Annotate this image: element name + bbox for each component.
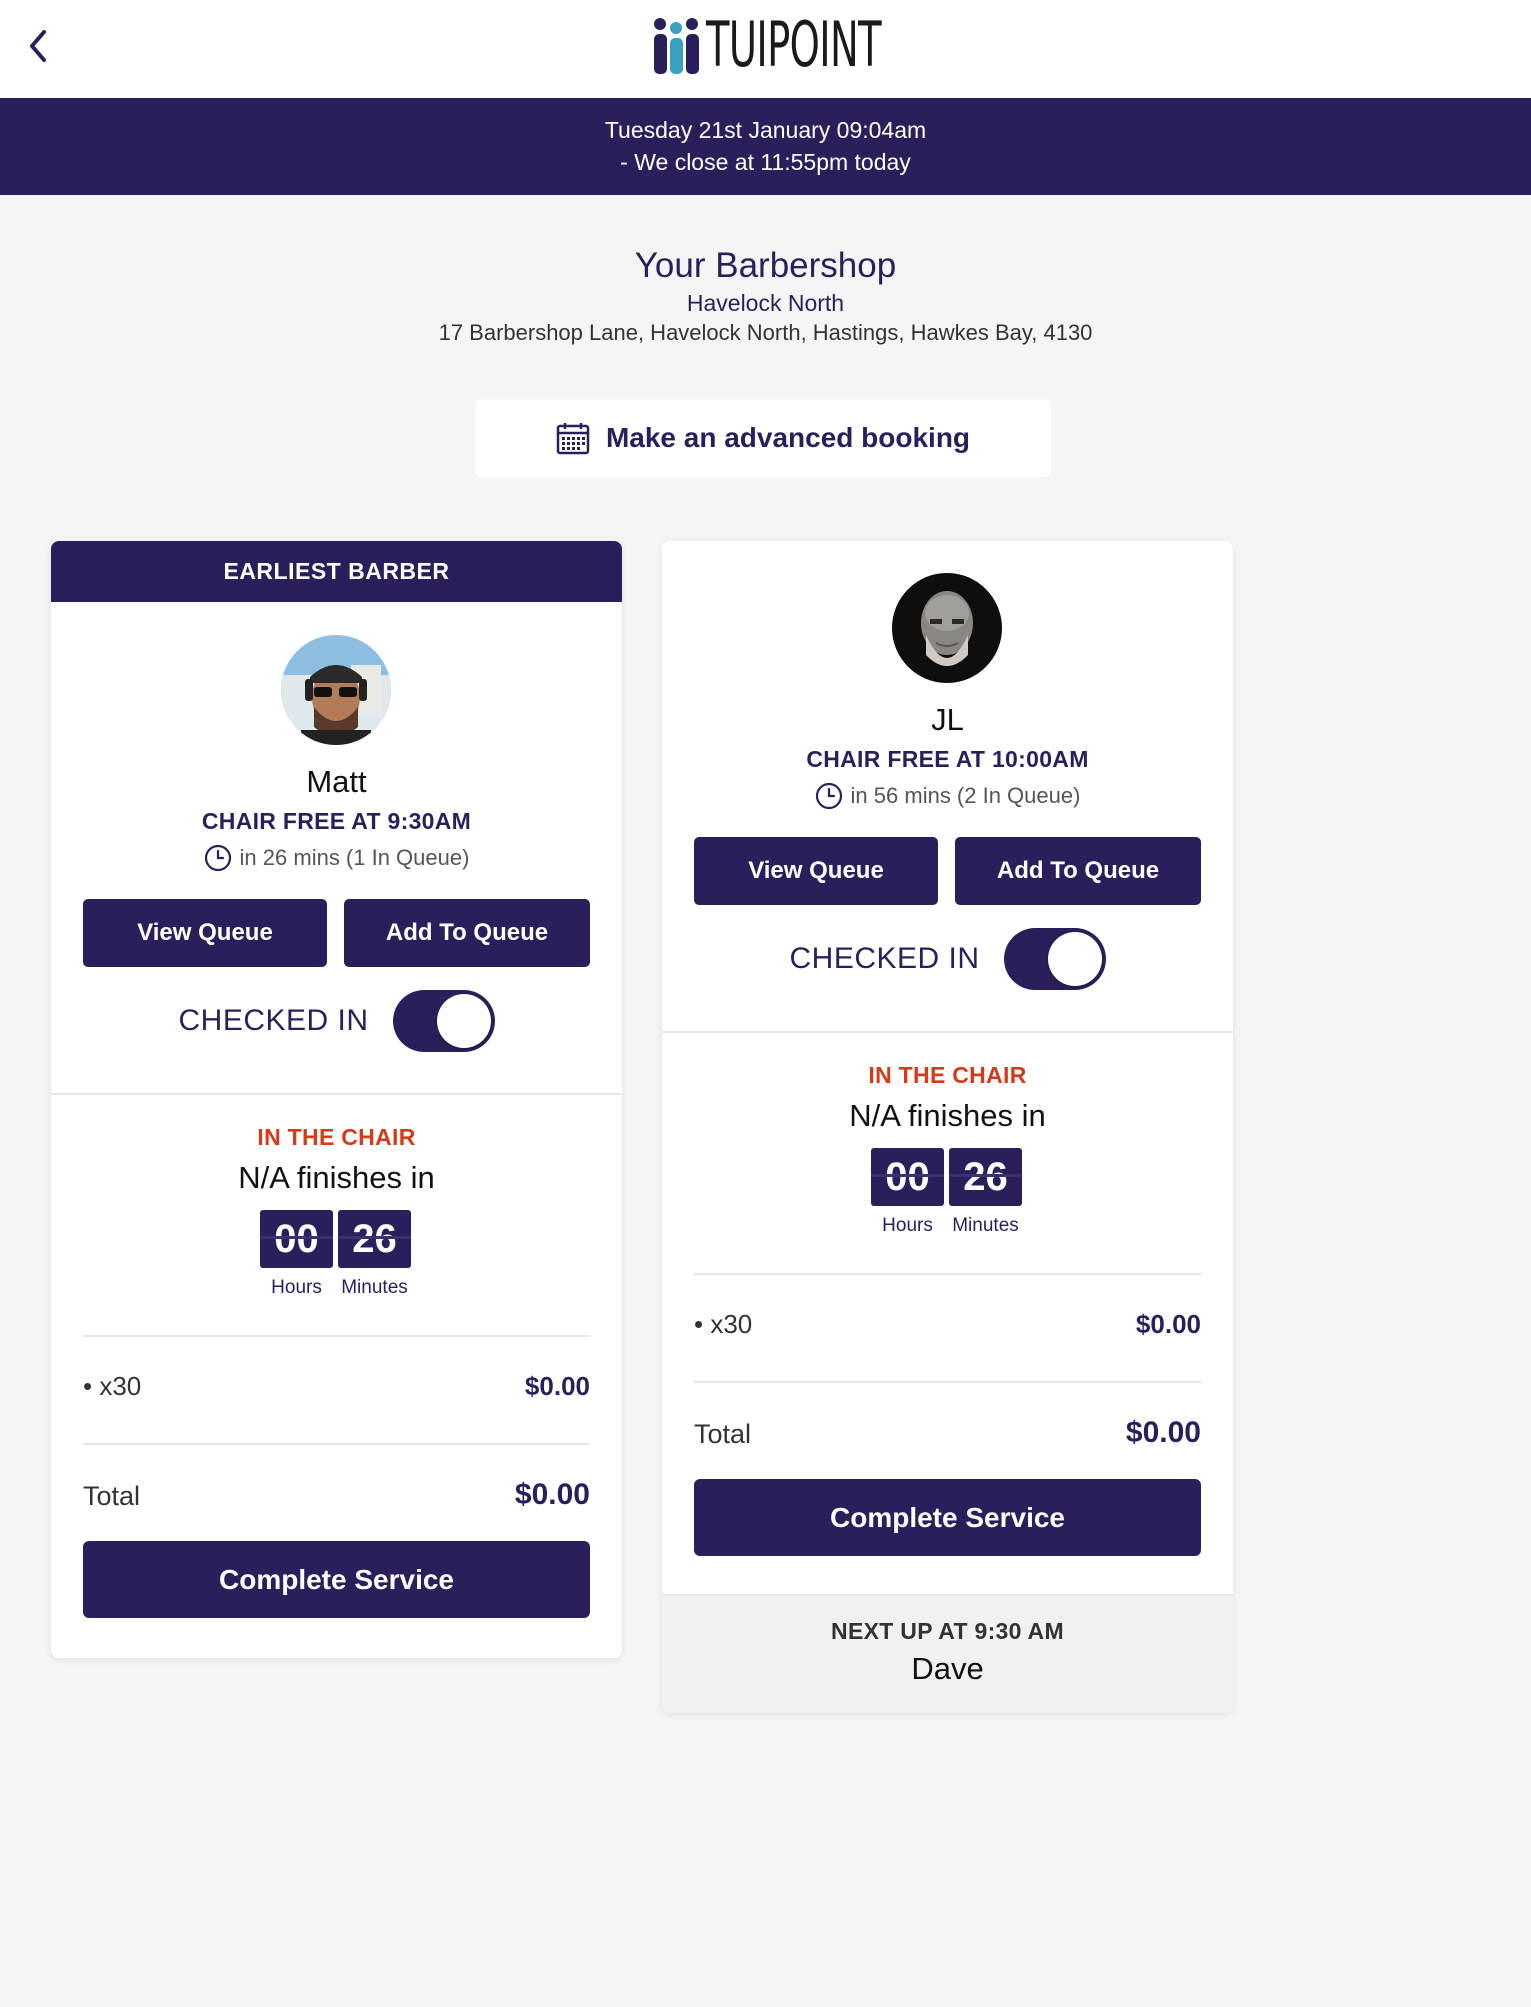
minutes-value: 26 <box>338 1210 411 1268</box>
total-row: Total $0.00 <box>694 1416 1201 1450</box>
queue-info: in 56 mins (2 In Queue) <box>662 782 1233 810</box>
barber-name: JL <box>931 702 964 737</box>
checked-in-toggle[interactable] <box>392 990 495 1052</box>
closing-time: - We close at 11:55pm today <box>620 149 911 175</box>
checked-in-label: CHECKED IN <box>789 942 980 975</box>
avatar <box>281 635 391 745</box>
view-queue-button[interactable]: View Queue <box>694 837 938 905</box>
total-price: $0.00 <box>1125 1416 1201 1449</box>
toggle-knob <box>1047 932 1102 986</box>
brand-name: TUIPOINT <box>706 8 882 81</box>
hours-banner: Tuesday 21st January 09:04am - We close … <box>0 98 1531 195</box>
service-item-price: $0.00 <box>1135 1309 1201 1339</box>
next-up-name: Dave <box>911 1651 984 1686</box>
finishes-in-label: N/A finishes in <box>849 1098 1046 1133</box>
add-to-queue-button[interactable]: Add To Queue <box>344 899 590 967</box>
clock-icon <box>815 782 842 810</box>
calendar-icon <box>556 423 590 455</box>
queue-info-text: in 56 mins (2 In Queue) <box>850 783 1081 808</box>
section-divider <box>694 1381 1201 1383</box>
timer-labels: Hours Minutes <box>871 1215 1022 1237</box>
next-up-label: NEXT UP AT 9:30 AM <box>831 1618 1064 1644</box>
barber-card-matt: EARLIEST BARBER Matt CHAIR FREE AT 9:30A… <box>51 541 622 1658</box>
back-button[interactable] <box>18 26 58 66</box>
hours-value: 00 <box>871 1148 944 1206</box>
checked-in-row: CHECKED IN <box>51 990 622 1052</box>
service-item-text: x30 <box>99 1371 142 1401</box>
service-item-row: • x30 $0.00 <box>83 1371 590 1402</box>
checked-in-toggle[interactable] <box>1003 928 1106 990</box>
barber-photo-matt <box>281 635 391 745</box>
checked-in-label: CHECKED IN <box>178 1004 369 1037</box>
finishes-in-label: N/A finishes in <box>238 1160 435 1195</box>
top-bar: TUIPOINT <box>0 0 1531 98</box>
minutes-label: Minutes <box>952 1215 1019 1236</box>
in-chair-label: IN THE CHAIR <box>257 1124 416 1150</box>
queue-info-text: in 26 mins (1 In Queue) <box>239 845 470 870</box>
queue-info: in 26 mins (1 In Queue) <box>51 844 622 872</box>
chair-free-time: CHAIR FREE AT 10:00AM <box>806 746 1089 772</box>
barber-card-jl: JL CHAIR FREE AT 10:00AM in 56 mins (2 I… <box>662 541 1233 1713</box>
people-logo-icon <box>654 18 699 74</box>
hours-label: Hours <box>882 1215 933 1236</box>
shop-area: Havelock North <box>686 290 845 316</box>
hours-label: Hours <box>271 1277 322 1298</box>
advanced-booking-button[interactable]: Make an advanced booking <box>475 399 1051 477</box>
complete-service-button[interactable]: Complete Service <box>83 1541 590 1618</box>
service-item-name: • x30 <box>694 1309 753 1339</box>
section-divider <box>83 1335 590 1337</box>
complete-service-button[interactable]: Complete Service <box>694 1479 1201 1556</box>
brand-logo: TUIPOINT <box>652 14 988 76</box>
timer-labels: Hours Minutes <box>260 1277 411 1299</box>
hours-value: 00 <box>260 1210 333 1268</box>
section-divider <box>83 1443 590 1445</box>
checked-in-row: CHECKED IN <box>662 928 1233 990</box>
shop-info: Your Barbershop Havelock North 17 Barber… <box>0 244 1531 348</box>
countdown-timer: 00 26 <box>260 1210 411 1268</box>
barber-name: Matt <box>306 764 367 799</box>
clock-icon <box>204 844 231 872</box>
earliest-barber-badge: EARLIEST BARBER <box>51 541 622 602</box>
shop-name: Your Barbershop <box>634 246 897 285</box>
toggle-knob <box>436 994 491 1048</box>
chair-free-time: CHAIR FREE AT 9:30AM <box>201 808 472 834</box>
minutes-value: 26 <box>949 1148 1022 1206</box>
countdown-timer: 00 26 <box>871 1148 1022 1206</box>
minutes-label: Minutes <box>341 1277 408 1298</box>
avatar <box>892 573 1002 683</box>
total-label: Total <box>83 1481 141 1511</box>
advanced-booking-label: Make an advanced booking <box>605 422 971 453</box>
section-divider <box>662 1031 1233 1033</box>
add-to-queue-button[interactable]: Add To Queue <box>955 837 1201 905</box>
total-row: Total $0.00 <box>83 1478 590 1512</box>
barber-photo-jl <box>892 573 1002 683</box>
chevron-left-icon <box>30 30 46 62</box>
next-up-section: NEXT UP AT 9:30 AM Dave <box>662 1594 1233 1713</box>
section-divider <box>51 1093 622 1095</box>
in-chair-label: IN THE CHAIR <box>868 1062 1027 1088</box>
service-item-row: • x30 $0.00 <box>694 1309 1201 1340</box>
shop-address: 17 Barbershop Lane, Havelock North, Hast… <box>438 320 1093 345</box>
view-queue-button[interactable]: View Queue <box>83 899 327 967</box>
total-label: Total <box>694 1419 752 1449</box>
current-datetime: Tuesday 21st January 09:04am <box>604 117 927 143</box>
service-item-name: • x30 <box>83 1371 142 1401</box>
service-item-price: $0.00 <box>524 1371 590 1401</box>
total-price: $0.00 <box>514 1478 590 1511</box>
section-divider <box>694 1273 1201 1275</box>
service-item-text: x30 <box>710 1309 753 1339</box>
